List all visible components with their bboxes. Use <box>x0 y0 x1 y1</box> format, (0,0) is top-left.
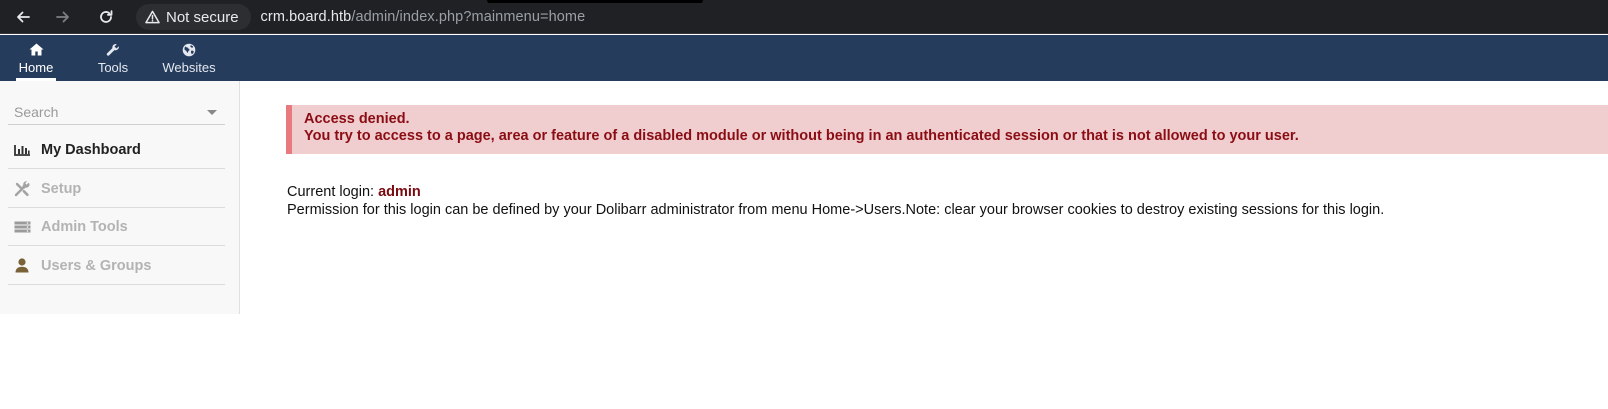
sidebar-item-my-dashboard[interactable]: My Dashboard <box>8 131 225 169</box>
search-input[interactable] <box>14 103 194 120</box>
security-chip[interactable]: Not secure <box>136 4 251 30</box>
back-arrow-icon <box>17 11 30 23</box>
access-denied-alert: Access denied. You try to access to a pa… <box>286 105 1608 154</box>
sidebar-item-admin-tools[interactable]: Admin Tools <box>8 208 225 246</box>
top-menu: Home Tools Websites <box>0 35 1608 81</box>
sidebar-item-label: Users & Groups <box>41 257 152 274</box>
security-label: Not secure <box>166 8 239 26</box>
user-icon <box>9 258 35 273</box>
home-icon <box>29 41 44 58</box>
tools-icon <box>9 180 35 197</box>
chevron-down-icon[interactable] <box>207 110 217 115</box>
back-button[interactable] <box>10 5 36 29</box>
url-path: /admin/index.php?mainmenu=home <box>351 9 586 25</box>
current-login-label: Current login: <box>287 184 375 200</box>
topmenu-tools[interactable]: Tools <box>92 35 134 81</box>
url-text[interactable]: crm.board.htb/admin/index.php?mainmenu=h… <box>261 9 586 25</box>
address-bar[interactable]: Not secure crm.board.htb/admin/index.php… <box>136 3 1596 31</box>
wrench-icon <box>106 41 120 58</box>
current-login-line: Current login: admin <box>287 183 1384 201</box>
alert-message: You try to access to a page, area or fea… <box>304 128 1299 144</box>
topmenu-websites[interactable]: Websites <box>156 35 222 81</box>
url-host: crm.board.htb <box>260 9 352 25</box>
topmenu-home[interactable]: Home <box>14 35 58 81</box>
sidebar-item-label: My Dashboard <box>41 141 141 158</box>
topmenu-websites-label: Websites <box>162 60 216 75</box>
sidebar-item-label: Setup <box>41 180 82 197</box>
reload-button[interactable] <box>93 5 119 29</box>
reload-icon <box>100 10 113 23</box>
forward-button[interactable] <box>50 5 76 29</box>
forward-arrow-icon <box>56 11 69 23</box>
permission-note: Permission for this login can be defined… <box>287 202 1385 218</box>
sidebar-item-label: Admin Tools <box>41 218 128 235</box>
warning-triangle-icon <box>145 10 160 24</box>
alert-title: Access denied. <box>304 111 410 127</box>
chart-bar-icon <box>9 144 35 156</box>
globe-icon <box>182 41 196 58</box>
sidebar-item-users-groups[interactable]: Users & Groups <box>8 247 225 285</box>
current-login-name: admin <box>378 184 421 200</box>
left-sidebar: My Dashboard Setup Admin Tools Users & G… <box>0 81 240 314</box>
server-icon <box>9 221 35 233</box>
topmenu-tools-label: Tools <box>97 60 129 75</box>
search-field[interactable] <box>8 99 225 125</box>
browser-toolbar: Not secure crm.board.htb/admin/index.php… <box>0 0 1608 34</box>
topmenu-home-label: Home <box>18 60 54 75</box>
sidebar-item-setup[interactable]: Setup <box>8 170 225 208</box>
login-info: Current login: admin Permission for this… <box>287 183 1384 219</box>
